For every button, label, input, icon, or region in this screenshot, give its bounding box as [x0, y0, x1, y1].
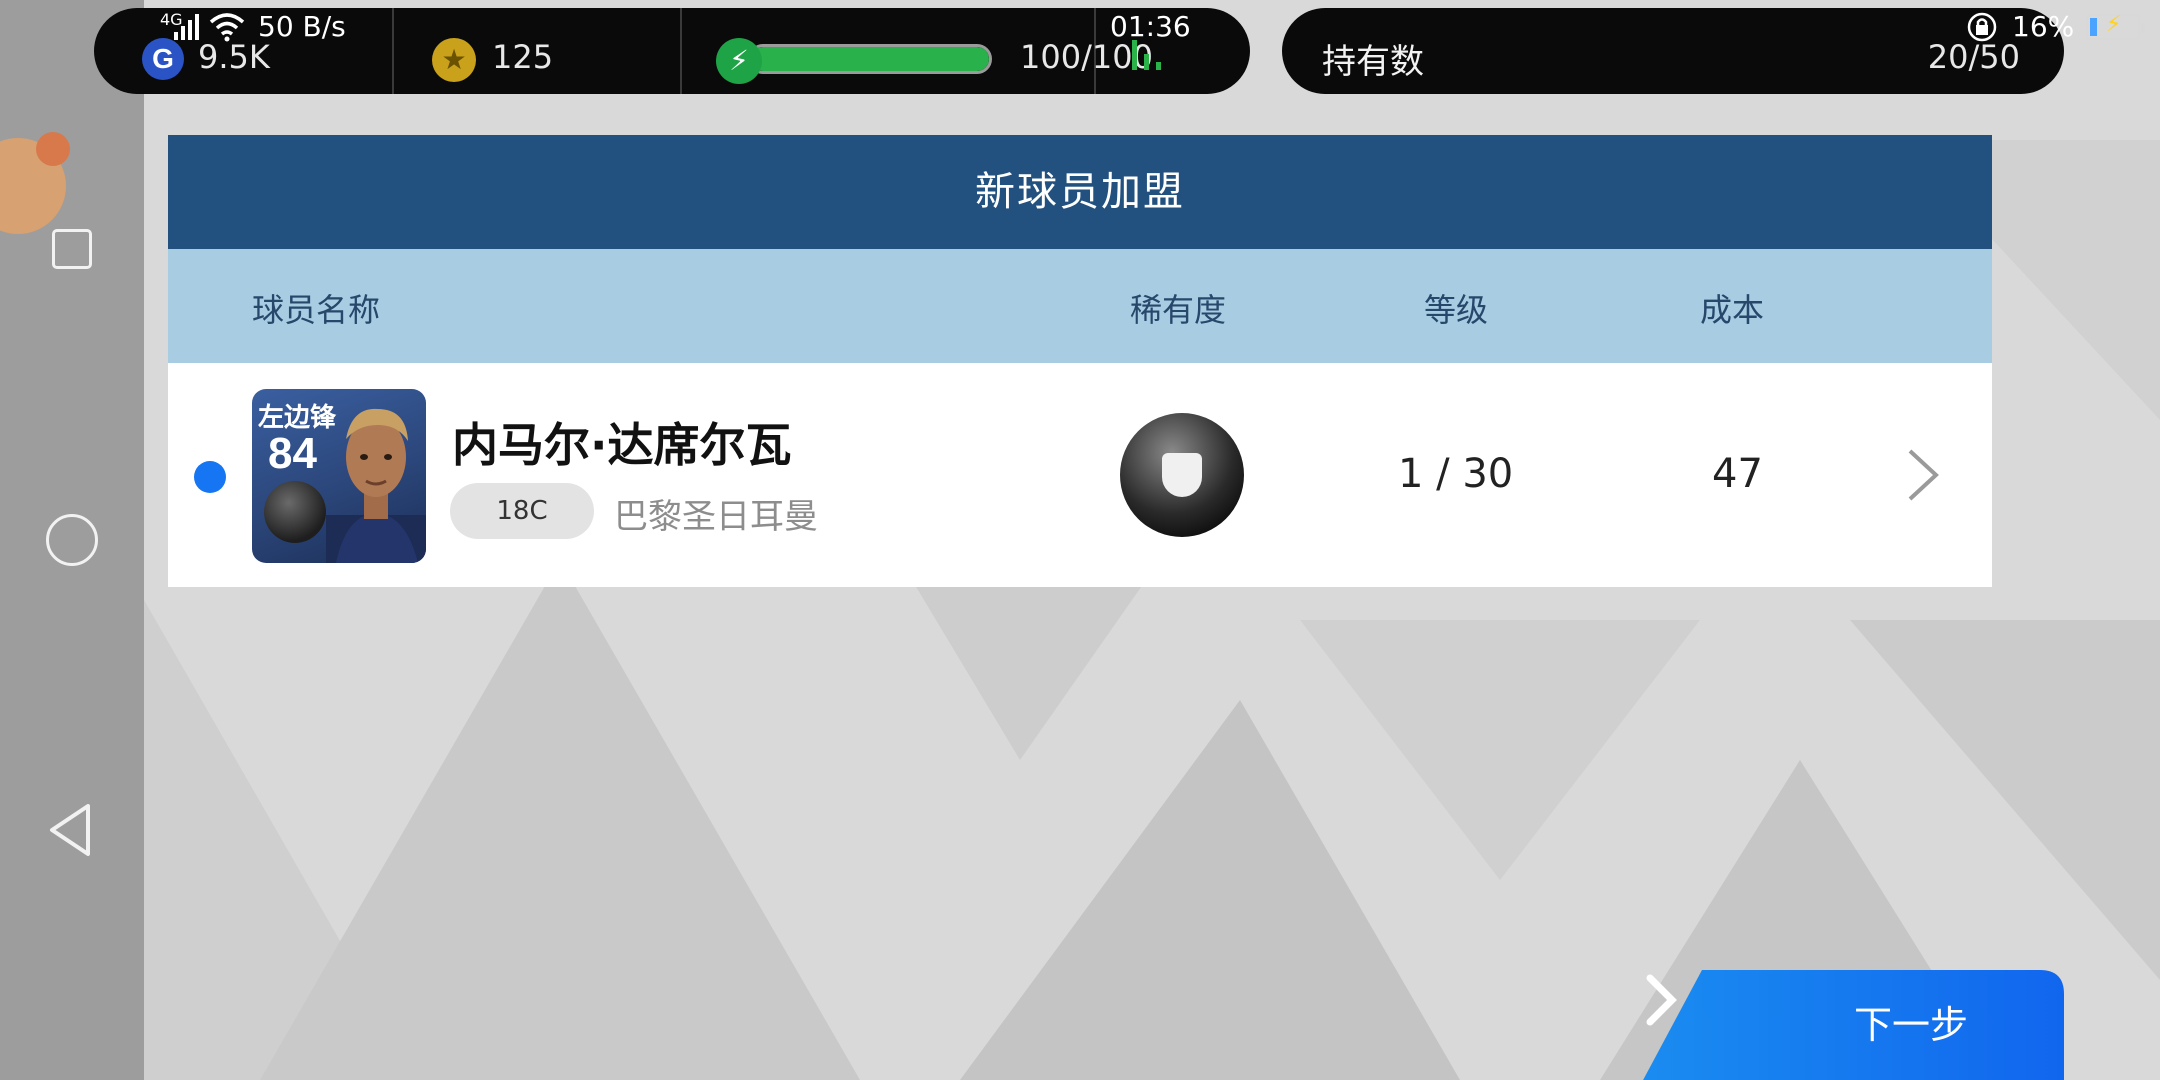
- new-player-panel: 新球员加盟 球员名称 稀有度 等级 成本 左边锋 84 内马尔·达席尔瓦 18C…: [168, 135, 1992, 587]
- signal-icon: [174, 14, 199, 40]
- wifi-icon: [209, 13, 245, 42]
- player-level: 1 / 30: [1398, 451, 1514, 497]
- energy-bar: [748, 44, 992, 74]
- chevron-right-icon: [1646, 974, 1677, 1026]
- battery-icon: ⚡: [2086, 12, 2145, 40]
- rotation-lock-icon: [1967, 12, 1997, 42]
- column-player-name: 球员名称: [252, 291, 381, 329]
- recent-apps-button[interactable]: [52, 229, 92, 269]
- gp-icon: G: [142, 38, 184, 80]
- system-nav-bar: [0, 0, 144, 1080]
- chevron-right-icon[interactable]: [1902, 447, 1942, 503]
- player-club: 巴黎圣日耳曼: [614, 497, 818, 537]
- floating-assistant-button[interactable]: [0, 132, 70, 234]
- player-portrait: [326, 408, 426, 563]
- energy-bar-fill: [751, 47, 989, 71]
- player-cost: 47: [1712, 451, 1763, 497]
- player-row[interactable]: 左边锋 84 内马尔·达席尔瓦 18C 巴黎圣日耳曼 1 / 30 47: [168, 363, 1992, 587]
- card-rarity-ball-icon: [264, 481, 326, 543]
- next-step-button[interactable]: 下一步: [1642, 970, 2064, 1080]
- holdings-bar: 持有数 20/50: [1282, 8, 2064, 94]
- back-button[interactable]: [46, 800, 96, 860]
- player-card[interactable]: 左边锋 84: [252, 389, 426, 563]
- gp-value: 9.5K: [198, 38, 270, 76]
- energy-segment: ⚡ 100/100: [682, 8, 1153, 94]
- home-button[interactable]: [46, 514, 98, 566]
- column-header-row: 球员名称 稀有度 等级 成本: [168, 249, 1992, 363]
- rarity-ball-icon: [1120, 413, 1244, 537]
- player-name: 内马尔·达席尔瓦: [452, 418, 792, 472]
- column-rarity: 稀有度: [1130, 291, 1227, 329]
- new-indicator-dot: [194, 461, 226, 493]
- panel-title: 新球员加盟: [168, 135, 1992, 249]
- battery-percent: 16%: [2012, 10, 2075, 43]
- coins-value: 125: [492, 38, 554, 76]
- player-tag-badge: 18C: [450, 483, 594, 539]
- coins-segment[interactable]: ★ 125: [394, 8, 682, 94]
- column-cost: 成本: [1700, 291, 1765, 329]
- column-level: 等级: [1424, 291, 1489, 329]
- holdings-label: 持有数: [1322, 42, 1424, 82]
- energy-icon: ⚡: [716, 38, 762, 84]
- next-button-bg: [1643, 970, 2064, 1080]
- network-speed: 50 B/s: [258, 10, 346, 43]
- card-rating: 84: [268, 429, 317, 478]
- next-step-label: 下一步: [1854, 1003, 1969, 1047]
- coin-icon: ★: [432, 38, 476, 82]
- holdings-value: 20/50: [1927, 38, 2020, 76]
- activity-bars-icon: [1132, 40, 1161, 70]
